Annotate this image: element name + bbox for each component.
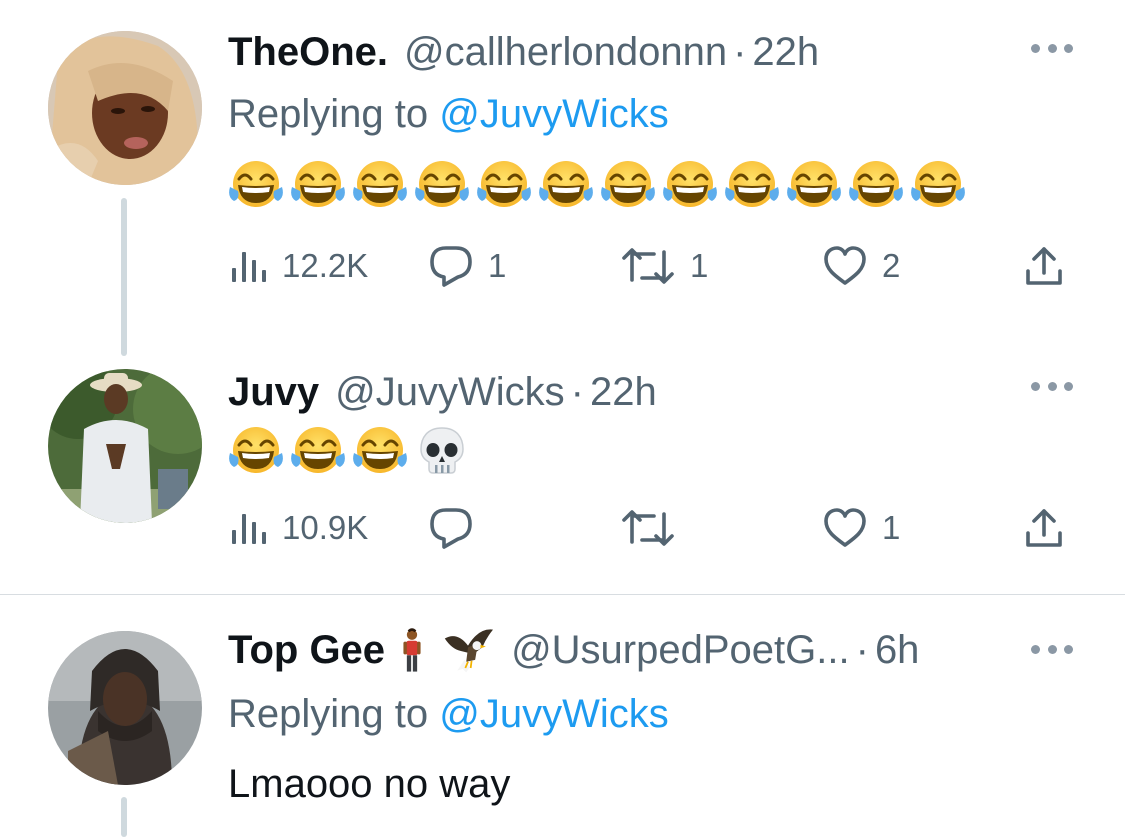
like-count: 1 — [882, 509, 901, 546]
retweet-icon — [622, 248, 674, 284]
reply-mention-link[interactable]: @JuvyWicks — [439, 692, 669, 736]
retweet-button[interactable]: 1 — [620, 244, 708, 288]
author-name[interactable]: TheOne. — [228, 28, 388, 76]
author-handle[interactable]: @UsurpedPoetG... — [511, 626, 850, 674]
more-icon[interactable] — [1031, 44, 1073, 56]
tears-of-joy-emoji — [910, 157, 966, 213]
retweet-icon — [622, 510, 674, 546]
avatar[interactable] — [48, 631, 202, 785]
retweet-count: 1 — [690, 247, 709, 284]
timestamp[interactable]: 22h — [752, 28, 819, 76]
separator-dot: · — [855, 628, 869, 672]
author-name[interactable]: Top Gee — [228, 626, 385, 674]
action-bar: 10.9K 1 — [228, 506, 1088, 550]
views-button[interactable]: 12.2K — [228, 244, 368, 288]
reply-button[interactable]: 1 — [428, 244, 506, 288]
like-icon — [824, 246, 866, 285]
views-count: 12.2K — [282, 247, 369, 284]
tears-of-joy-emoji — [476, 157, 532, 213]
replying-to-label: Replying to — [228, 92, 429, 136]
reply-icon — [430, 246, 472, 287]
tears-of-joy-emoji — [290, 157, 346, 213]
timestamp[interactable]: 6h — [875, 626, 920, 674]
avatar[interactable] — [48, 369, 202, 523]
share-button[interactable] — [1024, 506, 1064, 550]
like-button[interactable]: 1 — [822, 506, 900, 550]
tears-of-joy-emoji — [724, 157, 780, 213]
replying-to: Replying to @JuvyWicks — [228, 690, 1085, 738]
tears-of-joy-emoji — [290, 423, 346, 479]
author-handle[interactable]: @JuvyWicks — [335, 368, 565, 416]
tears-of-joy-emoji — [786, 157, 842, 213]
separator-dot: · — [570, 370, 584, 414]
author-name[interactable]: Juvy — [228, 368, 319, 416]
tears-of-joy-emoji — [352, 423, 408, 479]
man-standing-emoji — [399, 627, 425, 675]
views-icon — [232, 252, 266, 282]
more-icon[interactable] — [1031, 645, 1073, 657]
tears-of-joy-emoji — [600, 157, 656, 213]
author-handle[interactable]: @callherlondonnn — [404, 28, 727, 76]
reply-icon — [430, 508, 472, 549]
views-button[interactable]: 10.9K — [228, 506, 368, 550]
tears-of-joy-emoji — [848, 157, 904, 213]
more-icon[interactable] — [1031, 382, 1073, 394]
like-button[interactable]: 2 — [822, 244, 900, 288]
tweet-topgee[interactable]: Top Gee @UsurpedPoetG... · 6h Replying t… — [0, 595, 1125, 837]
like-count: 2 — [882, 247, 901, 284]
share-icon — [1026, 247, 1062, 285]
skull-emoji — [414, 423, 470, 479]
tears-of-joy-emoji — [414, 157, 470, 213]
tweet-text — [228, 422, 1085, 480]
thread-line — [121, 797, 127, 837]
tears-of-joy-emoji — [352, 157, 408, 213]
tears-of-joy-emoji — [662, 157, 718, 213]
reply-count: 1 — [488, 247, 507, 284]
reply-button[interactable] — [428, 506, 488, 550]
reply-mention-link[interactable]: @JuvyWicks — [439, 92, 669, 136]
tweet-theone[interactable]: TheOne. @callherlondonnn · 22h Replying … — [0, 0, 1125, 360]
share-button[interactable] — [1024, 244, 1064, 288]
share-icon — [1026, 509, 1062, 547]
timestamp[interactable]: 22h — [590, 368, 657, 416]
views-count: 10.9K — [282, 509, 369, 546]
replying-to: Replying to @JuvyWicks — [228, 90, 1085, 138]
avatar[interactable] — [48, 31, 202, 185]
tweet-text: Lmaooo no way — [228, 762, 511, 806]
tears-of-joy-emoji — [228, 423, 284, 479]
tweet-text — [228, 156, 1085, 214]
tears-of-joy-emoji — [538, 157, 594, 213]
action-bar: 12.2K 1 1 2 — [228, 244, 1088, 288]
tears-of-joy-emoji — [228, 157, 284, 213]
eagle-emoji — [441, 626, 495, 676]
views-icon — [232, 514, 266, 544]
replying-to-label: Replying to — [228, 692, 429, 736]
tweet-juvy[interactable]: Juvy @JuvyWicks · 22h 10.9K 1 — [0, 360, 1125, 594]
like-icon — [824, 508, 866, 547]
retweet-button[interactable] — [620, 506, 690, 550]
thread-line — [121, 198, 127, 356]
separator-dot: · — [733, 30, 747, 74]
